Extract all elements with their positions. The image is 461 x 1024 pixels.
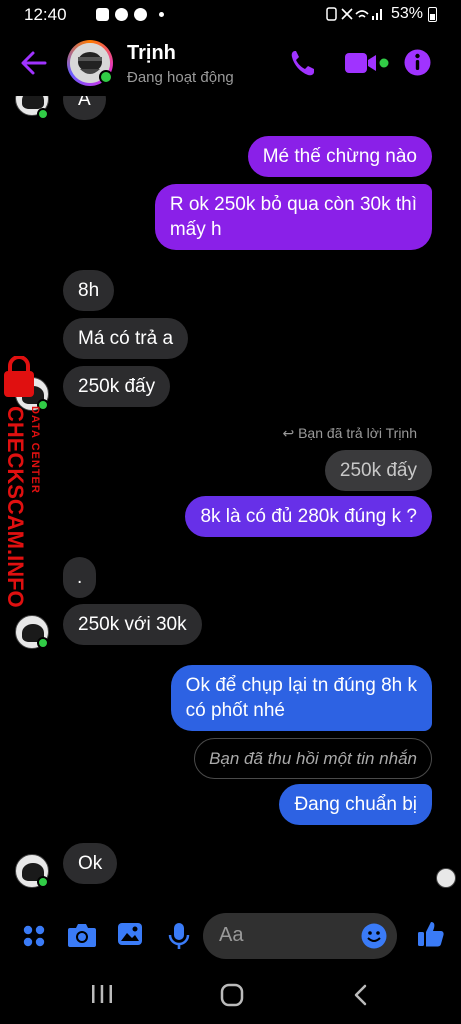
message-incoming[interactable]: Má có trả a — [63, 318, 189, 359]
camera-icon[interactable] — [67, 922, 97, 948]
message-input-placeholder: Aa — [219, 924, 244, 946]
unsent-message-notice: Bạn đã thu hồi một tin nhắn — [194, 738, 432, 779]
messenger-notification-icon-2 — [134, 8, 147, 21]
message-outgoing[interactable]: 8k là có đủ 280k đúng k ? — [185, 496, 432, 537]
read-receipt-avatar — [436, 868, 456, 888]
thumbs-up-icon[interactable] — [417, 920, 445, 948]
nav-home-icon[interactable] — [220, 983, 244, 1007]
message-line: Ok để chụp lại tn đúng 8h k — [185, 675, 417, 696]
status-bar: 12:40 53% — [0, 0, 461, 30]
message-incoming[interactable]: 250k với 30k — [63, 604, 202, 645]
watermark-main-text: CHECKSCAM.INFO — [3, 406, 28, 608]
reply-note-text: Bạn đã trả lời Trịnh — [298, 425, 417, 441]
message-outgoing[interactable]: Mé thế chừng nào — [247, 136, 432, 177]
quoted-message[interactable]: 250k đấy — [324, 450, 432, 491]
back-arrow-icon[interactable] — [18, 48, 50, 78]
info-icon[interactable] — [404, 49, 431, 76]
reply-note: ↩ Bạn đã trả lời Trịnh — [282, 425, 417, 442]
battery-percent: 53% — [390, 5, 423, 22]
conversation-header: Trịnh Đang hoạt động — [0, 30, 461, 96]
signal-wifi-icon — [326, 7, 382, 21]
emoji-icon[interactable] — [361, 923, 387, 949]
phone-icon[interactable] — [289, 48, 317, 78]
message-composer: Aa — [0, 908, 461, 964]
reply-arrow-icon: ↩ — [282, 425, 299, 441]
status-time: 12:40 — [24, 5, 67, 24]
messenger-notification-icon — [115, 8, 128, 21]
watermark-sub-text: DATA CENTER — [29, 406, 41, 494]
message-incoming[interactable]: . — [63, 557, 97, 598]
more-notifications-icon — [159, 12, 164, 17]
system-status: 53% — [326, 5, 437, 23]
message-incoming[interactable]: Ok — [63, 843, 118, 884]
nav-recents-icon[interactable] — [91, 984, 113, 1004]
contact-active-status: Đang hoạt động — [127, 69, 234, 86]
lock-icon — [4, 356, 34, 397]
online-status-dot — [37, 108, 49, 120]
video-camera-icon[interactable] — [344, 52, 390, 74]
message-outgoing[interactable]: R ok 250k bỏ qua còn 30k thì mấy h — [154, 184, 432, 250]
message-incoming[interactable]: A — [63, 96, 106, 120]
message-outgoing[interactable]: Ok để chụp lại tn đúng 8h k có phốt nhé — [170, 665, 432, 731]
message-line: mấy h — [169, 219, 222, 240]
system-navigation-bar — [0, 964, 461, 1024]
contact-name[interactable]: Trịnh — [127, 42, 176, 65]
apps-grid-icon[interactable] — [22, 924, 46, 948]
message-incoming[interactable]: 250k đấy — [63, 366, 171, 407]
message-thread[interactable]: A Mé thế chừng nào R ok 250k bỏ qua còn … — [0, 96, 461, 908]
message-incoming[interactable]: 8h — [63, 270, 115, 311]
nav-back-icon[interactable] — [352, 984, 368, 1006]
online-status-dot — [37, 876, 49, 888]
microphone-icon[interactable] — [168, 922, 190, 950]
online-status-dot — [99, 70, 113, 84]
message-input[interactable]: Aa — [203, 913, 397, 959]
notification-icons — [96, 8, 164, 21]
gallery-notification-icon — [96, 8, 109, 21]
message-outgoing[interactable]: Đang chuẩn bị — [279, 784, 432, 825]
message-line: có phốt nhé — [185, 700, 285, 721]
watermark: CHECKSCAM.INFO DATA CENTER — [3, 356, 41, 608]
battery-icon — [428, 6, 437, 22]
message-line: R ok 250k bỏ qua còn 30k thì — [169, 194, 417, 215]
image-icon[interactable] — [117, 922, 143, 946]
